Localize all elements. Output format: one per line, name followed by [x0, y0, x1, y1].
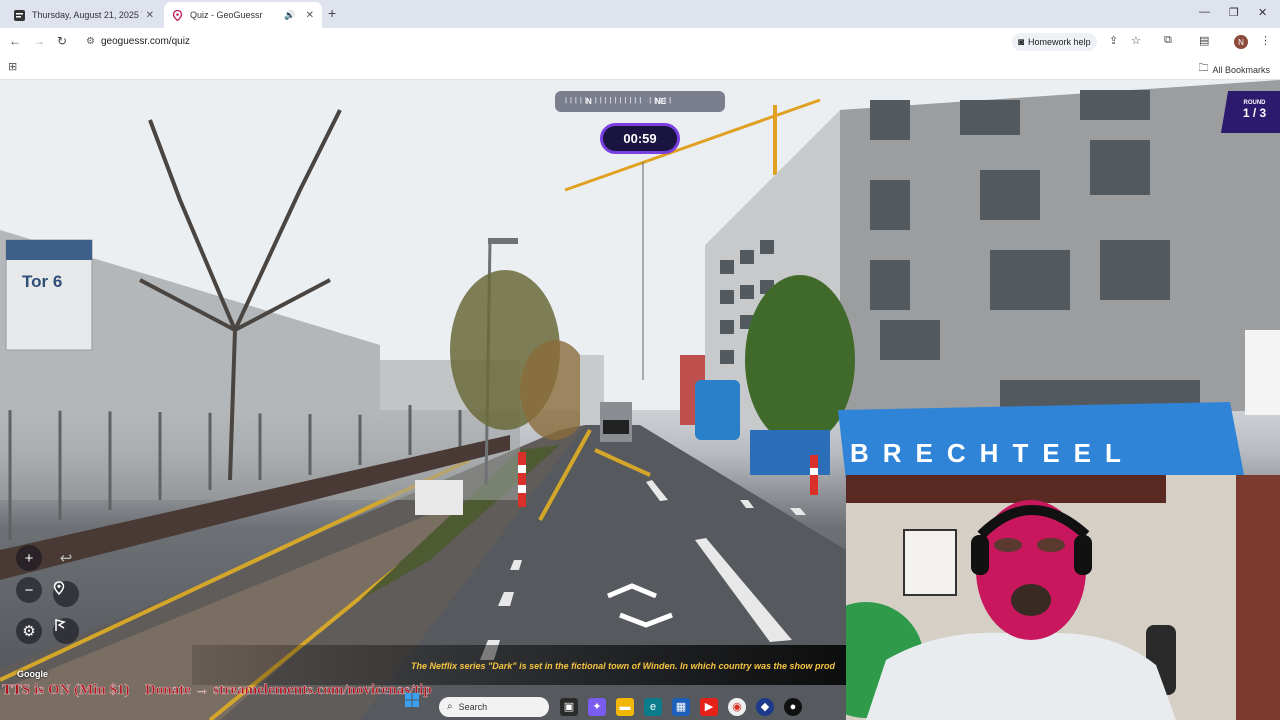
undo-button[interactable]: ↩	[53, 545, 79, 571]
store-icon[interactable]: ▦	[672, 697, 690, 716]
minimize-icon[interactable]: —	[1199, 6, 1210, 18]
chrome-icon[interactable]: ◉	[728, 697, 746, 716]
search-icon: ⌕	[447, 701, 453, 712]
taskbar-search-label: Search	[458, 701, 488, 712]
restore-icon[interactable]: ❐	[1229, 6, 1239, 19]
ticker-text: TTS is ON (Min $1)  Donate → streameleme…	[2, 682, 432, 698]
folder-icon: 🗀	[1198, 63, 1209, 74]
bookmark-star-icon[interactable]: ☆	[1131, 34, 1141, 47]
minus-icon: −	[24, 581, 34, 599]
install-app-icon[interactable]: ⇪	[1109, 34, 1118, 47]
extensions-icon[interactable]: ⧉	[1164, 34, 1172, 47]
trivia-question-banner: The Netflix series "Dark" is set in the …	[192, 645, 846, 685]
zoom-in-button[interactable]: +	[16, 545, 42, 571]
round-indicator: ROUND 1 / 3	[1221, 91, 1280, 133]
zoom-out-button[interactable]: −	[16, 577, 42, 603]
new-tab-icon[interactable]: +	[328, 5, 336, 21]
compass-north: N	[586, 97, 592, 106]
tab-geoguessr[interactable]: Quiz - GeoGuessr 🔊 ✕	[164, 2, 322, 28]
task-view-icon[interactable]: ▣	[560, 697, 578, 716]
webcam-feed-drawing	[846, 475, 1280, 720]
windows-logo-icon	[405, 693, 419, 707]
edge-icon[interactable]: e	[644, 697, 662, 716]
youtube-icon[interactable]: ▶	[700, 697, 718, 716]
tab-news[interactable]: Thursday, August 21, 2025 The ✕	[6, 2, 162, 28]
side-panel-icon[interactable]: ▤	[1199, 34, 1209, 47]
flag-icon	[55, 619, 66, 631]
homework-help-label: Homework help	[1028, 37, 1091, 47]
site-info-icon[interactable]: ⚙	[86, 36, 95, 47]
tab-title: Quiz - GeoGuessr	[190, 10, 263, 20]
compass-northeast: NE	[655, 97, 667, 106]
close-window-icon[interactable]: ✕	[1258, 6, 1267, 19]
svg-text:Tor 6: Tor 6	[22, 272, 62, 291]
copilot-icon[interactable]: ✦	[588, 697, 606, 716]
trivia-question-text: The Netflix series "Dark" is set in the …	[411, 661, 836, 671]
flag-button[interactable]	[53, 618, 79, 644]
tab-title: Thursday, August 21, 2025 The	[32, 10, 142, 20]
all-bookmarks-label: All Bookmarks	[1212, 64, 1270, 75]
round-timer: 00:59	[600, 123, 680, 154]
windows-taskbar: ⌕ Search ▣ ✦ ▬ e ▦ ▶ ◉ ◆ ●	[405, 693, 846, 720]
close-tab-icon[interactable]: ✕	[146, 10, 154, 21]
map-pin-favicon-icon	[172, 9, 183, 21]
streamer-webcam	[846, 475, 1280, 720]
app-icon[interactable]: ◆	[756, 697, 774, 716]
apps-grid-icon[interactable]: ⊞	[8, 60, 17, 73]
gear-icon: ⚙	[22, 623, 36, 640]
reload-icon[interactable]: ↻	[57, 34, 67, 48]
undo-arrow-icon: ↩	[59, 550, 73, 567]
news-favicon-icon	[14, 9, 25, 21]
taskbar-search[interactable]: ⌕ Search	[439, 696, 549, 717]
all-bookmarks-button[interactable]: 🗀 All Bookmarks	[1198, 61, 1270, 78]
profile-avatar[interactable]: N	[1234, 35, 1248, 49]
camera-icon: ◙	[1018, 36, 1025, 48]
round-value: 1 / 3	[1242, 106, 1267, 120]
homework-help-button[interactable]: ◙ Homework help	[1012, 33, 1097, 51]
settings-button[interactable]: ⚙	[16, 618, 42, 644]
tab-strip: Thursday, August 21, 2025 The ✕ Quiz - G…	[0, 0, 1280, 28]
back-icon[interactable]: ←	[9, 34, 21, 48]
url-text: geoguessr.com/quiz	[100, 36, 190, 47]
close-tab-icon[interactable]: ✕	[306, 10, 314, 21]
compass-bar: ||||| |||||||||| ||||| N NE	[555, 91, 725, 112]
windows-start-icon[interactable]	[405, 693, 428, 716]
speaker-icon[interactable]: 🔊	[284, 10, 295, 21]
forward-icon[interactable]: →	[33, 34, 45, 48]
address-bar[interactable]: ⚙ geoguessr.com/quiz	[80, 31, 1000, 52]
menu-icon[interactable]: ⋮	[1260, 34, 1271, 47]
browser-toolbar: ← → ↻ ⚙ geoguessr.com/quiz ◙ Homework he…	[0, 28, 1280, 55]
return-to-start-button[interactable]	[53, 581, 79, 607]
plus-icon: +	[24, 549, 34, 567]
google-logo: Google	[17, 669, 48, 679]
obs-icon[interactable]: ●	[784, 697, 802, 716]
file-explorer-icon[interactable]: ▬	[616, 697, 634, 716]
svg-text:BRECHTEEL: BRECHTEEL	[850, 438, 1135, 468]
location-pin-icon	[53, 581, 65, 595]
bookmarks-bar: ⊞ 🗀 All Bookmarks	[0, 55, 1280, 80]
